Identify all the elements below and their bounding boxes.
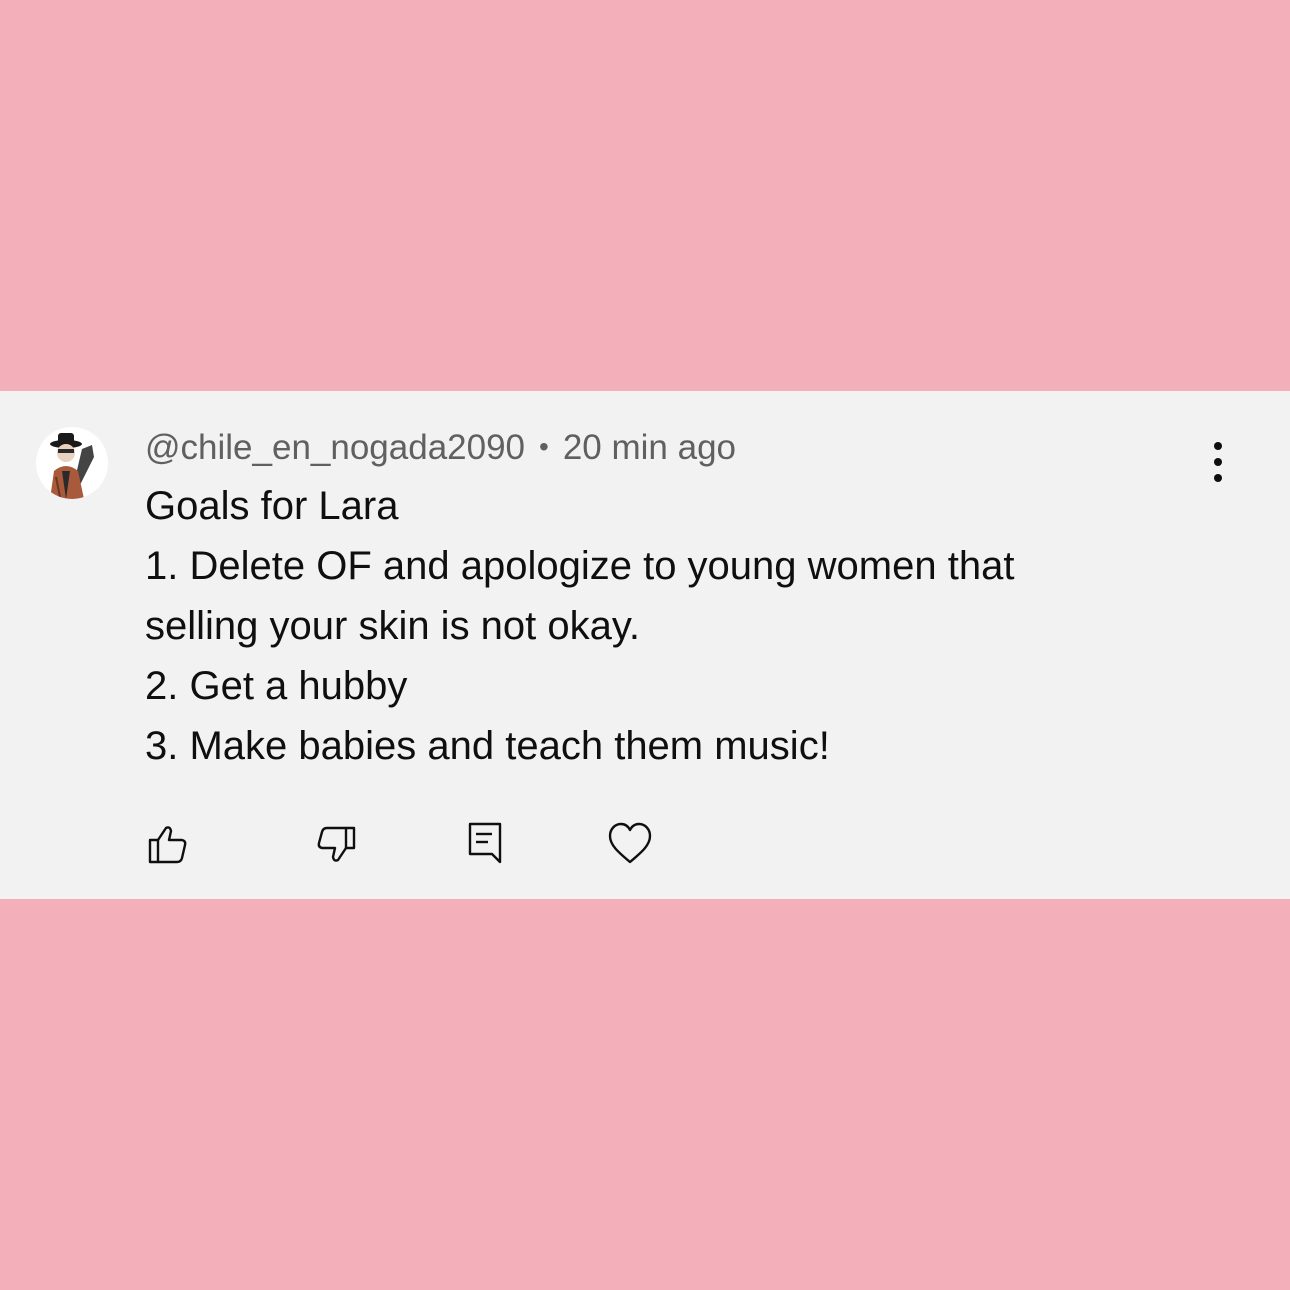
comment-line: Goals for Lara — [145, 484, 399, 528]
comment-timestamp: 20 min ago — [562, 428, 737, 467]
comment-username[interactable]: @chile_en_nogada2090 — [145, 428, 525, 467]
vertical-ellipsis-icon — [1214, 458, 1222, 466]
reply-comment-icon — [468, 822, 502, 864]
reply-button[interactable] — [460, 818, 512, 870]
comment-line: 1. Delete OF and apologize to young wome… — [145, 544, 1015, 588]
avatar[interactable] — [36, 427, 108, 499]
vertical-ellipsis-icon — [1214, 442, 1222, 450]
vertical-ellipsis-icon — [1214, 474, 1222, 482]
dislike-button[interactable] — [310, 818, 362, 870]
heart-icon — [608, 822, 652, 864]
thumbs-up-icon — [148, 826, 187, 864]
comment-body: Goals for Lara 1. Delete OF and apologiz… — [145, 476, 1145, 776]
comment-meta: @chile_en_nogada2090 • 20 min ago — [145, 424, 736, 470]
more-options-button[interactable] — [1196, 436, 1240, 488]
avatar-image — [36, 427, 108, 499]
like-button[interactable] — [142, 818, 194, 870]
comment-line: selling your skin is not okay. — [145, 604, 641, 648]
thumbs-down-icon — [317, 826, 356, 862]
comment-line: 2. Get a hubby — [145, 664, 408, 708]
heart-button[interactable] — [604, 818, 656, 870]
meta-separator: • — [539, 431, 549, 462]
comment-line: 3. Make babies and teach them music! — [145, 724, 830, 768]
